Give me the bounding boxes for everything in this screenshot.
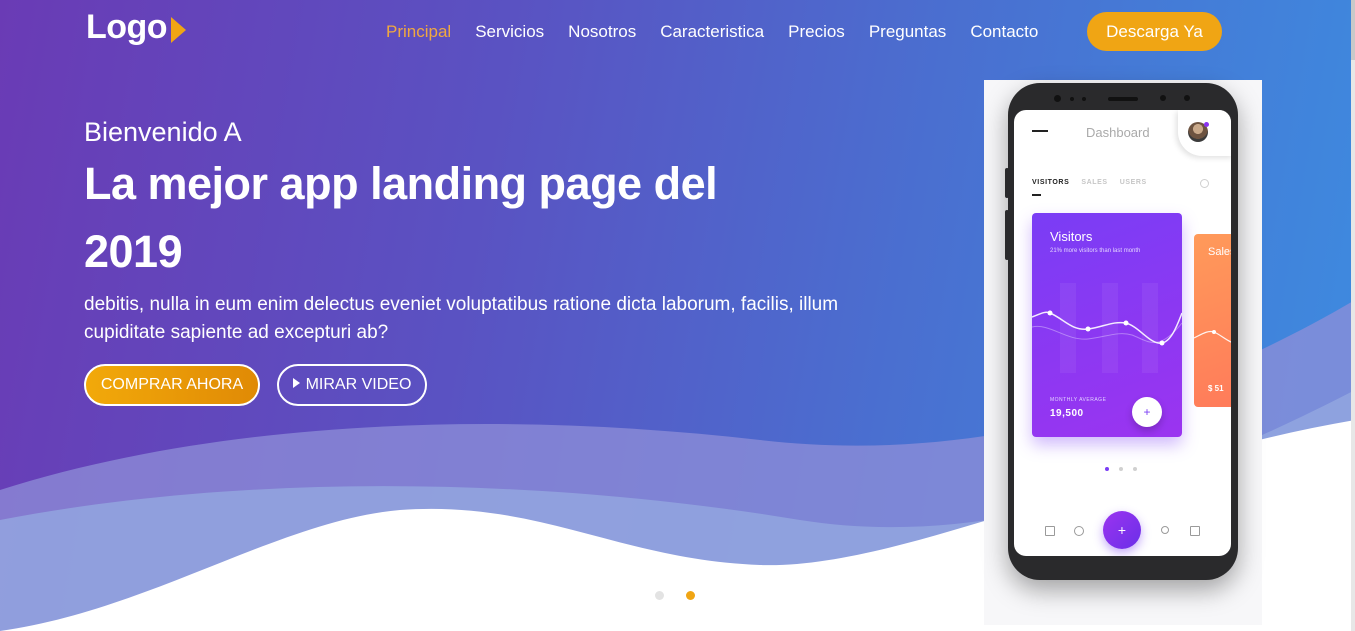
nav-link-nosotros[interactable]: Nosotros (568, 12, 636, 52)
avatar-holder (1178, 110, 1231, 156)
nav-link-precios[interactable]: Precios (788, 12, 845, 52)
tab-users[interactable]: USERS (1120, 179, 1147, 186)
location-icon[interactable] (1074, 526, 1084, 536)
scrollbar-thumb[interactable] (1351, 0, 1355, 60)
logo-arrow-icon (171, 16, 187, 43)
sales-card-title: Sales (1208, 246, 1231, 258)
slider-dots (655, 591, 717, 600)
slider-dot-1[interactable] (655, 591, 664, 600)
tab-sales[interactable]: SALES (1081, 179, 1107, 186)
monthly-average-value: 19,500 (1050, 408, 1084, 419)
monthly-average-label: MONTHLY AVERAGE (1050, 397, 1107, 403)
logo-text: Logo (86, 8, 168, 46)
visitors-card-subtitle: 21% more visitors than last month (1050, 248, 1141, 254)
phone-speaker-icon (1108, 97, 1138, 101)
phone-side-button (1005, 168, 1009, 198)
nav-link-principal[interactable]: Principal (386, 12, 451, 52)
home-icon[interactable] (1045, 526, 1055, 536)
visitors-card[interactable]: Visitors 21% more visitors than last mon… (1032, 213, 1182, 437)
phone-sensor-icon (1082, 97, 1086, 101)
tab-indicator (1032, 194, 1041, 196)
play-icon (292, 378, 300, 388)
pager-dot[interactable] (1105, 467, 1109, 471)
chart-point (1047, 310, 1053, 316)
visitors-line-chart (1032, 283, 1182, 373)
nav-link-contacto[interactable]: Contacto (970, 12, 1038, 52)
phone-camera-icon (1054, 95, 1061, 102)
nav-link-caracteristica[interactable]: Caracteristica (660, 12, 764, 52)
nav-link-servicios[interactable]: Servicios (475, 12, 544, 52)
sales-amount: $ 51 (1208, 384, 1224, 393)
phone-sensor-icon (1160, 95, 1166, 101)
chart-point (1085, 326, 1091, 332)
hero-greeting: Bienvenido A (84, 117, 242, 147)
download-button[interactable]: Descarga Ya (1087, 12, 1222, 51)
main-nav: Principal Servicios Nosotros Caracterist… (386, 12, 1062, 52)
phone-side-button (1005, 210, 1009, 260)
buy-now-button[interactable]: COMPRAR AHORA (84, 364, 260, 406)
phone-sensor-icon (1070, 97, 1074, 101)
book-icon[interactable] (1190, 526, 1200, 536)
menu-icon[interactable] (1032, 130, 1048, 132)
nav-link-preguntas[interactable]: Preguntas (869, 12, 947, 52)
site-logo[interactable]: Logo (86, 8, 187, 47)
phone-sensor-icon (1184, 95, 1190, 101)
phone-screen: Dashboard VISITORS SALES USERS Visitors … (1014, 110, 1231, 556)
slider-dot-2[interactable] (686, 591, 695, 600)
hero-subtext: debitis, nulla in eum enim delectus even… (84, 294, 839, 343)
dashboard-title: Dashboard (1086, 125, 1150, 140)
search-icon[interactable] (1161, 526, 1169, 534)
bottom-navigation: + (1014, 510, 1231, 554)
add-fab-button[interactable]: + (1103, 511, 1141, 549)
watch-video-label: MIRAR VIDEO (305, 376, 412, 393)
dashboard-tabs: VISITORS SALES USERS (1032, 179, 1159, 186)
sales-card[interactable]: Sales $ 51 (1194, 234, 1231, 407)
watch-video-button[interactable]: MIRAR VIDEO (277, 364, 427, 406)
page-scrollbar[interactable] (1351, 0, 1355, 631)
pager-dot[interactable] (1119, 467, 1123, 471)
notification-badge-icon (1204, 122, 1209, 127)
tab-visitors[interactable]: VISITORS (1032, 179, 1069, 186)
hero-headline: La mejor app landing page del 2019 (84, 158, 718, 277)
add-button[interactable]: + (1132, 397, 1162, 427)
chart-point (1159, 340, 1165, 346)
pager-dot[interactable] (1133, 467, 1137, 471)
buy-now-label: COMPRAR AHORA (100, 376, 244, 393)
filter-icon[interactable] (1200, 179, 1209, 188)
chart-point (1123, 320, 1129, 326)
sales-line-chart (1194, 330, 1231, 343)
card-pager (1105, 467, 1147, 471)
visitors-card-title: Visitors (1050, 229, 1093, 244)
